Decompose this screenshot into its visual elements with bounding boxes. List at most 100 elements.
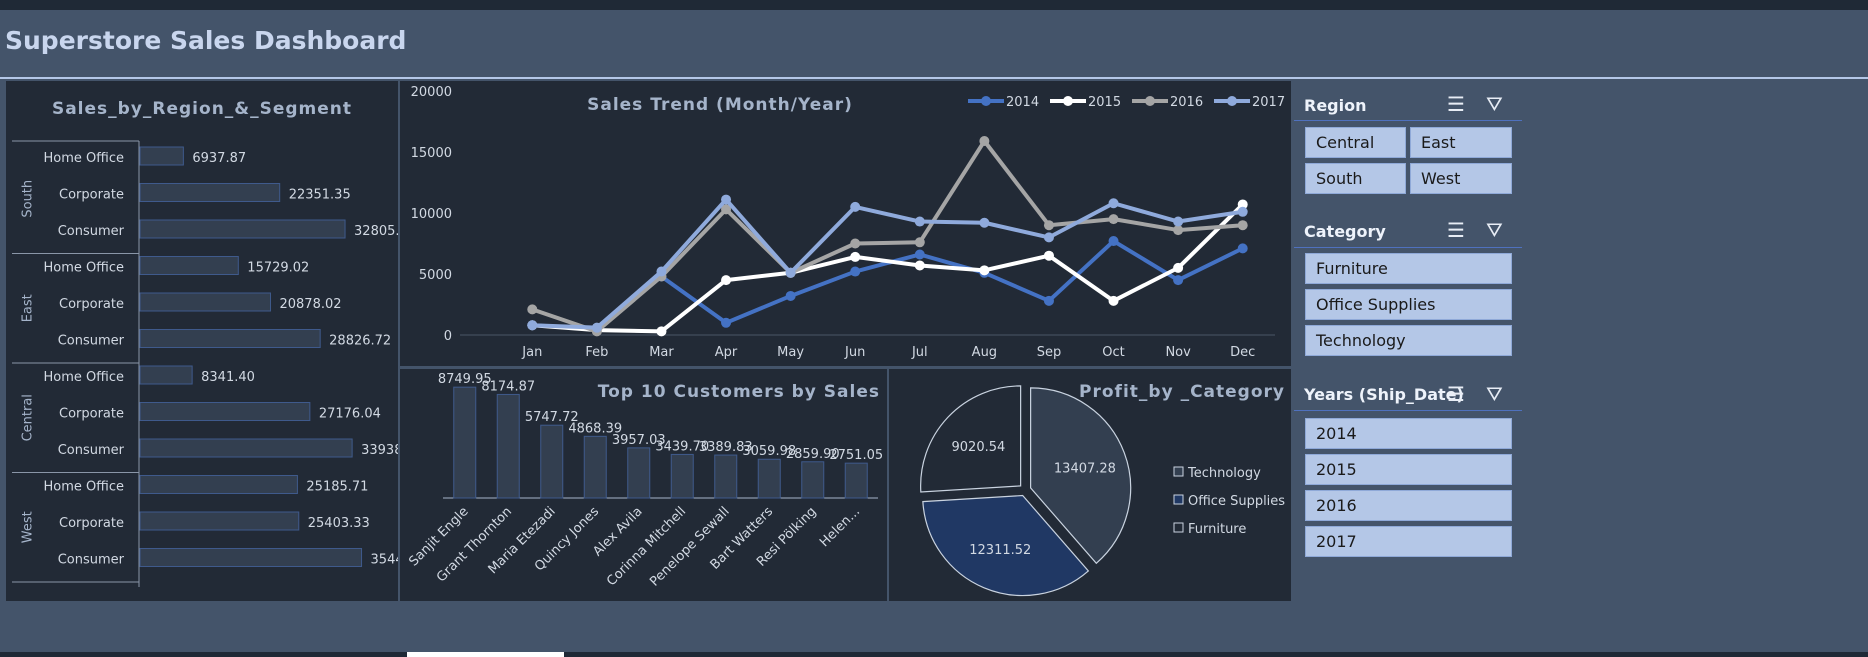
clear-filter-icon[interactable]: ⛛ (1486, 92, 1503, 116)
data-label: 9020.54 (952, 440, 1006, 455)
segment-label: Corporate (59, 516, 124, 531)
legend-swatch (1173, 522, 1184, 533)
data-point-2017 (785, 267, 796, 278)
profit-category-chart: Profit_by _Category 13407.28 12311.52 9020.… (920, 382, 1285, 597)
data-point-2016 (1237, 220, 1248, 231)
legend-marker-2015 (1063, 96, 1073, 106)
x-tick-label: Jul (911, 345, 928, 360)
category-button-office-supplies[interactable]: Office Supplies (1305, 289, 1512, 320)
data-point-2014 (1237, 243, 1248, 254)
sales-trend-chart: Sales Trend (Month/Year) 0 5000 10000 15000 2… (411, 85, 1285, 360)
series-line-2016 (531, 139, 1243, 334)
region-button-west[interactable]: West (1410, 163, 1512, 194)
data-label: 35446.00 (371, 553, 398, 568)
data-point-2017 (979, 217, 990, 228)
region-slicer-divider (1294, 120, 1522, 121)
group-label: South (21, 180, 36, 218)
data-point-2015 (1108, 295, 1119, 306)
category-button-technology[interactable]: Technology (1305, 325, 1512, 356)
bar (496, 393, 520, 499)
data-point-2017 (656, 266, 667, 277)
segment-label: Consumer (58, 443, 125, 458)
data-point-2017 (1237, 206, 1248, 217)
profit-category-panel: Profit_by _Category 13407.28 12311.52 9020.… (889, 369, 1291, 601)
bar (757, 458, 781, 499)
bar (844, 462, 868, 499)
data-label: 15729.02 (247, 261, 309, 276)
data-point-2017 (591, 322, 602, 333)
data-label: 6937.87 (192, 151, 246, 166)
year-button-2015[interactable]: 2015 (1305, 454, 1512, 485)
region-button-central[interactable]: Central (1305, 127, 1406, 158)
multi-select-icon[interactable]: ☰ (1447, 92, 1465, 116)
legend-label: Office Supplies (1188, 494, 1285, 509)
years-slicer-divider (1294, 410, 1522, 411)
x-tick-label: Dec (1230, 345, 1255, 360)
group-label: Central (21, 394, 36, 441)
segment-label: Consumer (58, 553, 125, 568)
bar (139, 329, 321, 348)
series-line-2014 (532, 239, 1244, 331)
top-customers-chart: Top 10 Customers by Sales8749.95Sanjit E… (406, 372, 883, 589)
bar (670, 453, 694, 499)
region-segment-panel: Sales_by_Region_&_Segment South Home Offic… (6, 81, 433, 601)
x-tick-label: Oct (1102, 345, 1124, 360)
data-point-2016 (850, 238, 861, 249)
clear-filter-icon[interactable]: ⛛ (1486, 382, 1503, 406)
multi-select-icon[interactable]: ☰ (1447, 218, 1465, 242)
data-point-2016 (527, 304, 538, 315)
data-point-2016 (914, 237, 925, 248)
page-title: Superstore Sales Dashboard (5, 26, 407, 55)
years-slicer-title: Years (Ship_Date) (1304, 385, 1464, 404)
bar (139, 146, 184, 166)
legend-swatch (1173, 466, 1184, 477)
data-point-2015 (1173, 262, 1184, 273)
legend-label: 2017 (1252, 95, 1285, 110)
legend-marker-2016 (1145, 96, 1155, 106)
region-button-east[interactable]: East (1410, 127, 1512, 158)
data-point-2017 (1173, 216, 1184, 227)
data-point-2017 (1043, 232, 1054, 243)
bar (714, 454, 738, 499)
bar (801, 461, 825, 499)
pie-slice (920, 385, 1022, 493)
multi-select-icon[interactable]: ☰ (1447, 382, 1465, 406)
year-button-2016[interactable]: 2016 (1305, 490, 1512, 521)
data-point-2014 (1043, 295, 1054, 306)
legend-marker-2014 (981, 96, 991, 106)
y-tick-label: 0 (444, 329, 452, 344)
data-point-2015 (721, 275, 732, 286)
legend-label: 2016 (1170, 95, 1203, 110)
data-point-2016 (979, 136, 990, 147)
data-point-2017 (850, 201, 861, 212)
data-point-2014 (914, 249, 925, 260)
segment-label: Corporate (59, 407, 124, 422)
group-label: West (21, 511, 36, 543)
year-button-2017[interactable]: 2017 (1305, 526, 1512, 557)
year-button-2014[interactable]: 2014 (1305, 418, 1512, 449)
region-button-south[interactable]: South (1305, 163, 1406, 194)
data-label: 25403.33 (308, 516, 370, 531)
data-label: 25185.71 (306, 480, 368, 495)
x-tick-label: Nov (1165, 345, 1191, 360)
category-slicer-title: Category (1304, 222, 1386, 241)
bar (139, 402, 311, 421)
data-point-2014 (850, 266, 861, 277)
x-tick-label: Mar (649, 345, 674, 360)
data-point-2014 (1173, 275, 1184, 286)
segment-label: Corporate (59, 297, 124, 312)
data-label: 8174.87 (481, 379, 535, 394)
bar (139, 475, 298, 494)
bar (139, 365, 193, 385)
title-divider (0, 77, 1868, 79)
y-tick-label: 20000 (411, 85, 452, 100)
category-button-furniture[interactable]: Furniture (1305, 253, 1512, 284)
group-label: East (21, 294, 36, 322)
data-label: 22351.35 (289, 188, 351, 203)
x-tick-label: May (777, 345, 804, 360)
segment-label: Home Office (44, 151, 124, 166)
data-point-2014 (721, 317, 732, 328)
clear-filter-icon[interactable]: ⛛ (1486, 218, 1503, 242)
data-label: 27176.04 (319, 407, 381, 422)
data-label: 2751.05 (829, 448, 883, 463)
